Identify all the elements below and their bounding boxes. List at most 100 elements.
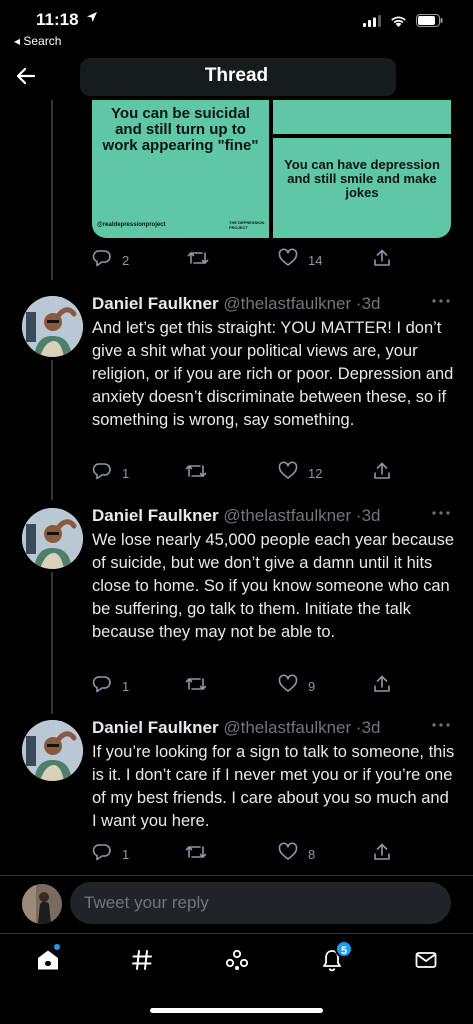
like-button[interactable]: 12: [278, 461, 322, 486]
home-indicator[interactable]: [150, 1008, 323, 1013]
like-count: 9: [308, 679, 316, 694]
reply-icon: [92, 842, 112, 867]
share-icon: [372, 461, 392, 486]
tweet-header: Daniel Faulkner @thelastfaulkner ·3d: [92, 294, 442, 316]
author-handle[interactable]: @thelastfaulkner: [223, 506, 351, 525]
tweet-media-grid[interactable]: You can be suicidal and still turn up to…: [92, 100, 451, 238]
tweet-actions: 1 12: [92, 461, 402, 481]
tab-home[interactable]: [28, 942, 68, 982]
author-name[interactable]: Daniel Faulkner: [92, 506, 219, 525]
avatar[interactable]: [22, 508, 83, 569]
like-count: 14: [308, 253, 323, 268]
wifi-icon: [390, 14, 407, 32]
share-button[interactable]: [372, 842, 392, 867]
tweet-text: We lose nearly 45,000 people each year b…: [92, 531, 455, 641]
avatar[interactable]: [22, 296, 83, 357]
tweet-text: If you’re looking for a sign to talk to …: [92, 743, 455, 830]
author-handle[interactable]: @thelastfaulkner: [223, 294, 351, 313]
media-image-1-handle: @realdepressionproject: [97, 222, 166, 228]
retweet-icon: [187, 248, 209, 273]
tweet-header: Daniel Faulkner @thelastfaulkner ·3d: [92, 506, 442, 528]
tweet-timestamp[interactable]: 3d: [362, 294, 381, 313]
page-title: Thread: [204, 65, 269, 86]
media-image-3-text: You can have depression and still smile …: [284, 157, 440, 200]
heart-icon: [278, 674, 298, 699]
tab-spaces[interactable]: [217, 942, 257, 982]
share-icon: [372, 248, 392, 273]
reply-count: 1: [122, 847, 130, 862]
retweet-button[interactable]: [187, 248, 209, 273]
tweet-actions: 1 9: [92, 674, 402, 694]
share-button[interactable]: [372, 461, 392, 486]
like-button[interactable]: 14: [278, 248, 322, 273]
like-button[interactable]: 8: [278, 842, 315, 867]
spaces-icon: [224, 947, 250, 978]
share-icon: [372, 842, 392, 867]
author-name[interactable]: Daniel Faulkner: [92, 294, 219, 313]
share-button[interactable]: [372, 674, 392, 699]
more-options-icon[interactable]: [431, 294, 451, 313]
battery-icon: [416, 14, 443, 32]
tab-messages[interactable]: [406, 942, 446, 982]
author-handle[interactable]: @thelastfaulkner: [223, 718, 351, 737]
media-image-1[interactable]: You can be suicidal and still turn up to…: [92, 100, 269, 238]
status-indicators: [363, 14, 443, 32]
more-options-icon[interactable]: [431, 506, 451, 525]
retweet-icon: [185, 461, 207, 486]
retweet-button[interactable]: [185, 461, 207, 486]
home-icon: [36, 948, 60, 977]
like-button[interactable]: 9: [278, 674, 315, 699]
bottom-tab-bar: 5: [0, 934, 473, 992]
reply-button[interactable]: 1: [92, 461, 129, 486]
signal-icon: [363, 14, 381, 32]
tweet-actions: 2 14: [92, 248, 402, 268]
location-arrow-icon: [86, 10, 98, 28]
media-image-1-text: You can be suicidal and still turn up to…: [102, 105, 259, 154]
reply-count: 1: [122, 679, 130, 694]
more-options-icon[interactable]: [431, 718, 451, 737]
reply-count: 2: [122, 253, 130, 268]
reply-button[interactable]: 1: [92, 674, 129, 699]
author-name[interactable]: Daniel Faulkner: [92, 718, 219, 737]
reply-icon: [92, 461, 112, 486]
reply-count: 1: [122, 466, 130, 481]
notifications-badge: 5: [335, 940, 353, 958]
tweet-timestamp[interactable]: 3d: [362, 506, 381, 525]
tab-explore[interactable]: [122, 942, 162, 982]
media-image-3[interactable]: You can have depression and still smile …: [273, 138, 451, 238]
reply-input[interactable]: [70, 882, 451, 924]
status-bar: 11:18 ◂ Search: [0, 0, 473, 52]
retweet-icon: [185, 842, 207, 867]
share-button[interactable]: [372, 248, 392, 273]
tweet-header: Daniel Faulkner @thelastfaulkner ·3d: [92, 718, 442, 740]
like-count: 12: [308, 466, 323, 481]
reply-button[interactable]: 2: [92, 248, 129, 273]
media-image-2[interactable]: [273, 100, 451, 134]
home-unread-dot: [54, 944, 60, 950]
reply-icon: [92, 674, 112, 699]
retweet-button[interactable]: [185, 674, 207, 699]
share-icon: [372, 674, 392, 699]
tweet-timestamp[interactable]: 3d: [362, 718, 381, 737]
media-image-1-logo: THE DEPRESSION PROJECT: [229, 220, 265, 230]
reply-icon: [92, 248, 112, 273]
thread-line: [51, 360, 53, 500]
like-count: 8: [308, 847, 316, 862]
retweet-icon: [185, 674, 207, 699]
thread-line: [51, 572, 53, 714]
hashtag-icon: [130, 948, 154, 977]
thread-header: Thread: [0, 52, 473, 100]
status-time: 11:18: [36, 10, 79, 29]
heart-icon: [278, 461, 298, 486]
tweet-actions: 1 8: [92, 842, 402, 862]
reply-button[interactable]: 1: [92, 842, 129, 867]
avatar[interactable]: [22, 720, 83, 781]
retweet-button[interactable]: [185, 842, 207, 867]
current-user-avatar[interactable]: [22, 884, 62, 924]
mail-icon: [414, 948, 438, 977]
back-to-search-link[interactable]: ◂ Search: [14, 34, 61, 48]
heart-icon: [278, 842, 298, 867]
thread-line: [51, 100, 53, 280]
reply-composer: [0, 876, 473, 934]
tweet-text: And let’s get this straight: YOU MATTER!…: [92, 319, 454, 429]
